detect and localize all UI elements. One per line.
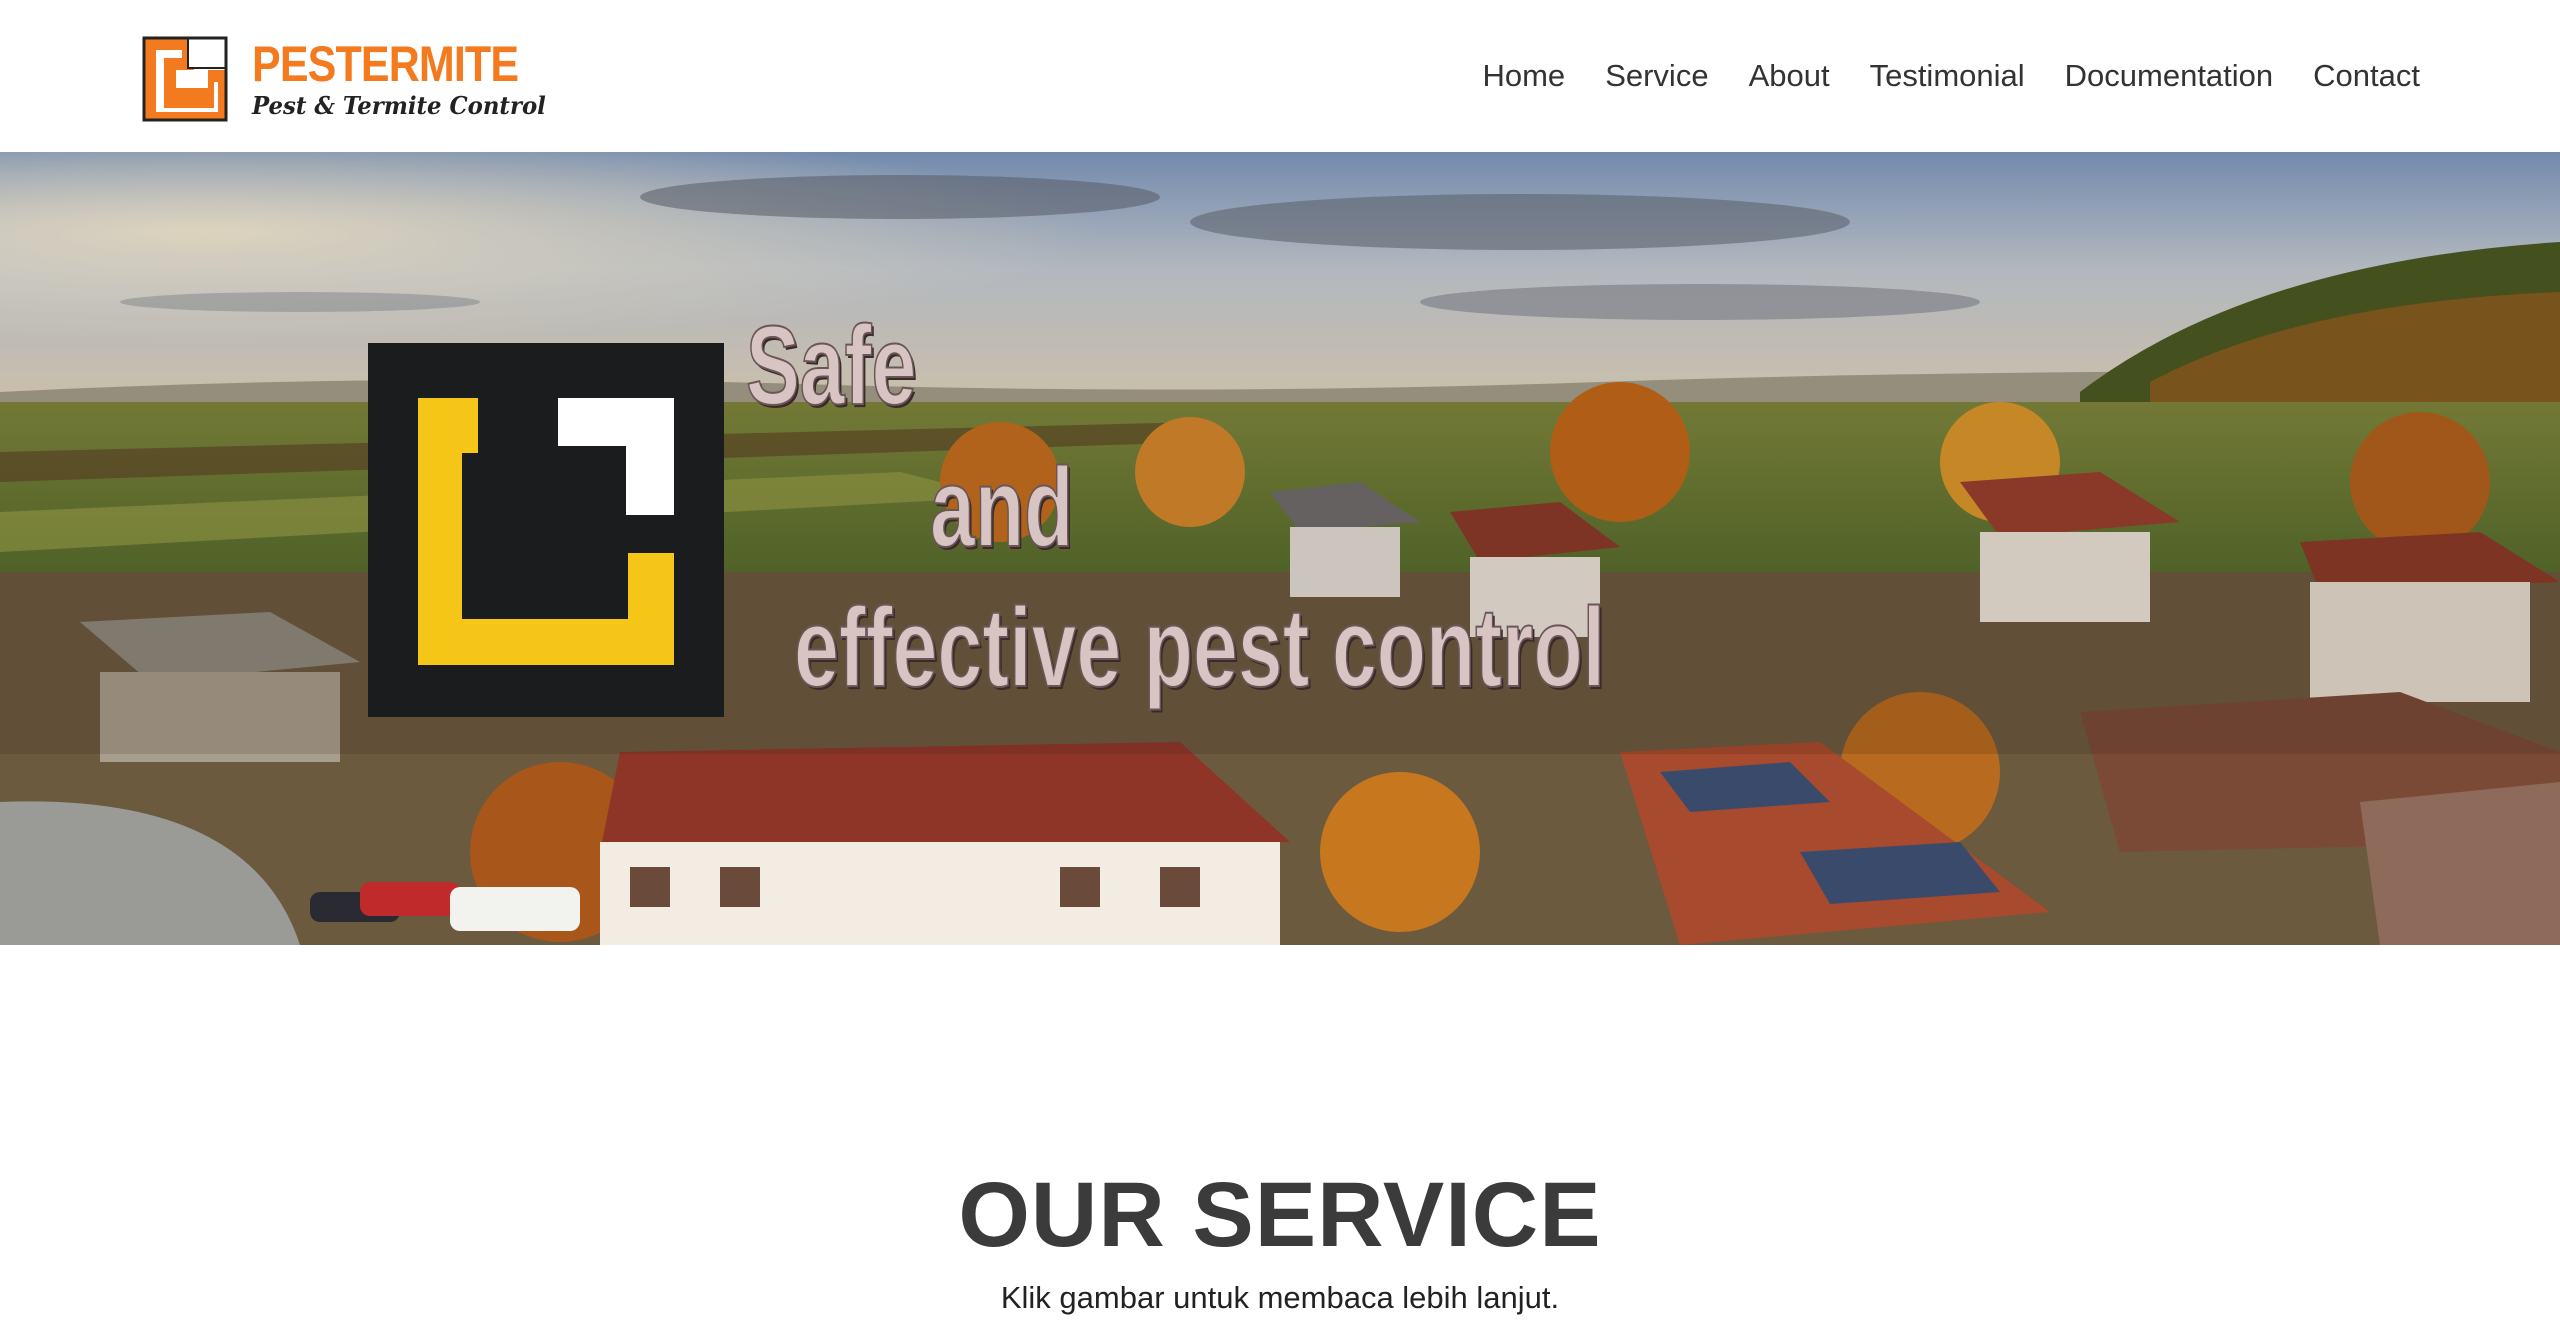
hero-banner: Safe and effective pest control bbox=[0, 152, 2560, 945]
nav-documentation[interactable]: Documentation bbox=[2065, 56, 2274, 96]
nav-testimonial[interactable]: Testimonial bbox=[1870, 56, 2025, 96]
main-nav: Home Service About Testimonial Documenta… bbox=[1482, 56, 2420, 96]
brand-text: PESTERMITE Pest & Termite Control bbox=[252, 39, 561, 119]
service-section: OUR SERVICE Klik gambar untuk membaca le… bbox=[0, 945, 2560, 1332]
nav-home[interactable]: Home bbox=[1482, 56, 1565, 96]
brand-tagline: Pest & Termite Control bbox=[252, 91, 546, 120]
site-header: PESTERMITE Pest & Termite Control Home S… bbox=[0, 0, 2560, 152]
pestermite-logo-icon bbox=[142, 36, 228, 122]
nav-contact[interactable]: Contact bbox=[2313, 56, 2420, 96]
nav-about[interactable]: About bbox=[1749, 56, 1830, 96]
bracket-logo-icon bbox=[418, 398, 674, 665]
section-title: OUR SERVICE bbox=[958, 1164, 1602, 1266]
brand-logo-link[interactable]: PESTERMITE Pest & Termite Control bbox=[142, 36, 561, 122]
hero-logo-badge bbox=[368, 343, 724, 717]
brand-name: PESTERMITE bbox=[252, 36, 519, 92]
section-subtitle: Klik gambar untuk membaca lebih lanjut. bbox=[1000, 1280, 1560, 1315]
nav-service[interactable]: Service bbox=[1605, 56, 1708, 96]
